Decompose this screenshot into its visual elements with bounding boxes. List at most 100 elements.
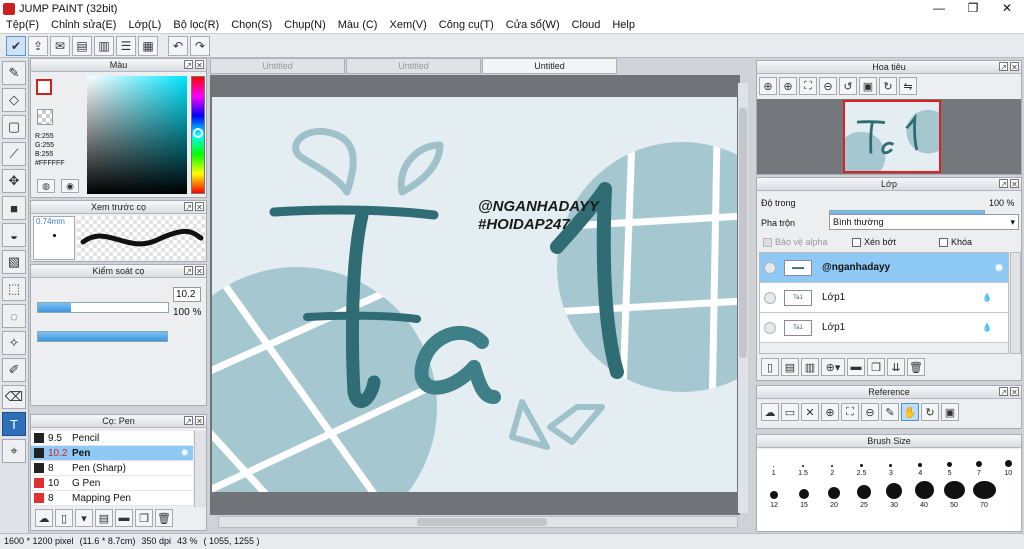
fit-icon[interactable]: ⛶	[841, 403, 859, 421]
brush-size-preset[interactable]: 4	[906, 449, 935, 477]
brush-size-preset[interactable]: 15	[789, 481, 819, 509]
brush-item[interactable]: 8 Pen (Sharp)	[31, 461, 193, 476]
zoom-out-icon[interactable]: ⊖	[861, 403, 879, 421]
brush-opacity-slider[interactable]	[37, 331, 168, 342]
comment-icon[interactable]: ✉	[50, 35, 70, 56]
cloud-icon[interactable]: ☁	[35, 509, 53, 527]
rect-tool-icon[interactable]: ▢	[2, 115, 26, 139]
maximize-icon[interactable]: ❐	[956, 0, 990, 17]
canvas-horizontal-scrollbar[interactable]	[218, 516, 738, 528]
brush-size-preset[interactable]: 30	[879, 481, 909, 509]
panel-close-icon[interactable]: ✕	[1010, 62, 1019, 72]
horizontal-scroll-thumb[interactable]	[417, 518, 547, 526]
check-icon[interactable]: ✔	[6, 35, 26, 56]
gradient-tool-icon[interactable]: ▧	[2, 250, 26, 274]
layer-list-scrollbar[interactable]	[1010, 252, 1021, 354]
panel-close-icon[interactable]: ✕	[1010, 179, 1019, 189]
protect-alpha-checkbox[interactable]	[763, 237, 772, 247]
lock-checkbox[interactable]	[939, 237, 948, 247]
menu-capture[interactable]: Chụp(N)	[278, 19, 332, 31]
zoom-in-icon[interactable]: ⊕	[779, 77, 797, 95]
zoom-in-icon[interactable]: ⊕	[821, 403, 839, 421]
menu-cloud[interactable]: Cloud	[566, 19, 607, 31]
grid-check-icon[interactable]: ▦	[138, 35, 158, 56]
canvas-vertical-scrollbar[interactable]	[738, 83, 748, 513]
panel-float-icon[interactable]: ↗	[184, 60, 193, 70]
folder-icon[interactable]: ▬	[847, 358, 865, 376]
brush-size-preset[interactable]: 3	[876, 449, 905, 477]
vertical-scroll-thumb[interactable]	[739, 108, 747, 358]
magic-wand-tool-icon[interactable]: ✧	[2, 331, 26, 355]
brush-size-preset[interactable]: 40	[909, 481, 939, 509]
brush-item[interactable]: 10 G Pen	[31, 476, 193, 491]
new-brush-icon[interactable]: ▯	[55, 509, 73, 527]
saturation-value-picker[interactable]	[87, 76, 187, 194]
close-reference-icon[interactable]: ✕	[801, 403, 819, 421]
panel-close-icon[interactable]: ✕	[195, 60, 204, 70]
brush-item[interactable]: 8 Mapping Pen	[31, 491, 193, 506]
message-icon[interactable]: ▤	[72, 35, 92, 56]
brush-size-preset[interactable]: 25	[849, 481, 879, 509]
tab-untitled-1[interactable]: Untitled	[210, 58, 345, 74]
layer-visibility-toggle[interactable]	[764, 291, 776, 304]
eraser-tool-icon[interactable]: ◇	[2, 88, 26, 112]
merge-layer-icon[interactable]: ⇊	[887, 358, 905, 376]
copy-icon[interactable]: ❐	[135, 509, 153, 527]
line-tool-icon[interactable]: ⟋	[2, 142, 26, 166]
brush-tool-icon[interactable]: ✎	[2, 61, 26, 85]
cloud-icon[interactable]: ☁	[761, 403, 779, 421]
brush-size-preset[interactable]: 5	[935, 449, 964, 477]
brush-item[interactable]: 9.5 Pencil	[31, 431, 193, 446]
drawing-canvas[interactable]: @NGANHADAYY #HOIDAP247	[212, 97, 737, 492]
layer-row-selected[interactable]: ▬▬ @nganhadayy ✹	[760, 253, 1008, 283]
rotate-right-icon[interactable]: ↻	[879, 77, 897, 95]
layer-row[interactable]: Ta1 Lớp1 💧	[760, 283, 1008, 313]
new-layer-1bit-icon[interactable]: ▥	[801, 358, 819, 376]
list-icon[interactable]: ☰	[116, 35, 136, 56]
menu-select[interactable]: Chọn(S)	[225, 19, 278, 31]
brush-size-preset[interactable]: 1.5	[788, 449, 817, 477]
select-pen-tool-icon[interactable]: ✐	[2, 358, 26, 382]
lasso-tool-icon[interactable]: ◌	[2, 304, 26, 328]
hand-icon[interactable]: ✋	[901, 403, 919, 421]
menu-filter[interactable]: Bộ lọc(R)	[167, 19, 225, 31]
new-layer-8bit-icon[interactable]: ▤	[781, 358, 799, 376]
gear-icon[interactable]: ✹	[181, 448, 189, 459]
delete-icon[interactable]: 🗑	[155, 509, 173, 527]
delete-icon[interactable]: 🗑	[907, 358, 925, 376]
brush-size-preset[interactable]: 12	[759, 481, 789, 509]
gear-icon[interactable]: ✹	[994, 261, 1004, 275]
hue-slider-handle[interactable]	[193, 128, 203, 138]
panel-float-icon[interactable]: ↗	[184, 266, 193, 276]
rotate-icon[interactable]: ↻	[921, 403, 939, 421]
menu-tools[interactable]: Công cụ(T)	[433, 19, 500, 31]
page-icon[interactable]: ▥	[94, 35, 114, 56]
actual-size-icon[interactable]: ▣	[941, 403, 959, 421]
brush-size-preset[interactable]: 50	[939, 481, 969, 509]
menu-layer[interactable]: Lớp(L)	[122, 19, 167, 31]
panel-close-icon[interactable]: ✕	[1010, 387, 1019, 397]
menu-edit[interactable]: Chỉnh sửa(E)	[45, 19, 122, 31]
rotate-left-icon[interactable]: ↺	[839, 77, 857, 95]
tab-untitled-2[interactable]: Untitled	[346, 58, 481, 74]
duplicate-layer-icon[interactable]: ❐	[867, 358, 885, 376]
brush-size-preset[interactable]: 70	[969, 481, 999, 509]
bucket-tool-icon[interactable]: ◒	[2, 223, 26, 247]
layer-visibility-toggle[interactable]	[764, 261, 776, 274]
brush-size-slider[interactable]	[37, 302, 169, 313]
menu-window[interactable]: Cửa sổ(W)	[500, 19, 566, 31]
zoom-icon[interactable]: ⊕	[759, 77, 777, 95]
blend-mode-select[interactable]: Bình thường ▾	[829, 214, 1019, 230]
panel-float-icon[interactable]: ↗	[999, 62, 1008, 72]
undo-icon[interactable]: ↶	[168, 35, 188, 56]
panel-float-icon[interactable]: ↗	[999, 387, 1008, 397]
brush-item-selected[interactable]: 10.2 Pen ✹	[31, 446, 193, 461]
palette-settings-icon[interactable]: ◉	[61, 179, 79, 193]
picker-tool-icon[interactable]: ⌖	[2, 439, 26, 463]
palette-icon[interactable]: ◍	[37, 179, 55, 193]
brush-size-preset[interactable]: 2.5	[847, 449, 876, 477]
panel-close-icon[interactable]: ✕	[195, 202, 204, 212]
minimize-icon[interactable]: —	[922, 0, 956, 17]
new-layer-icon[interactable]: ▯	[761, 358, 779, 376]
layer-visibility-toggle[interactable]	[764, 321, 776, 334]
